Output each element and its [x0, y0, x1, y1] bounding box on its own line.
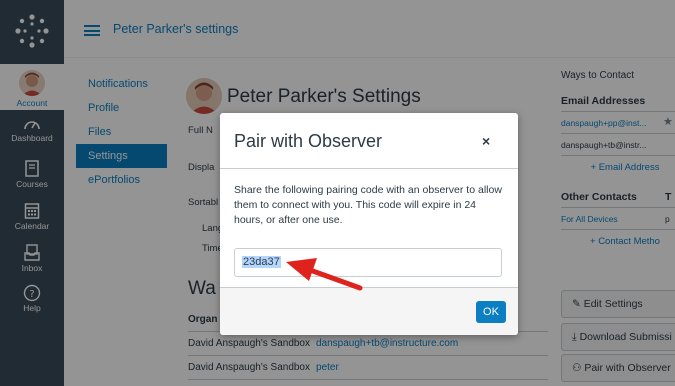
red-arrow-annotation	[286, 258, 363, 291]
